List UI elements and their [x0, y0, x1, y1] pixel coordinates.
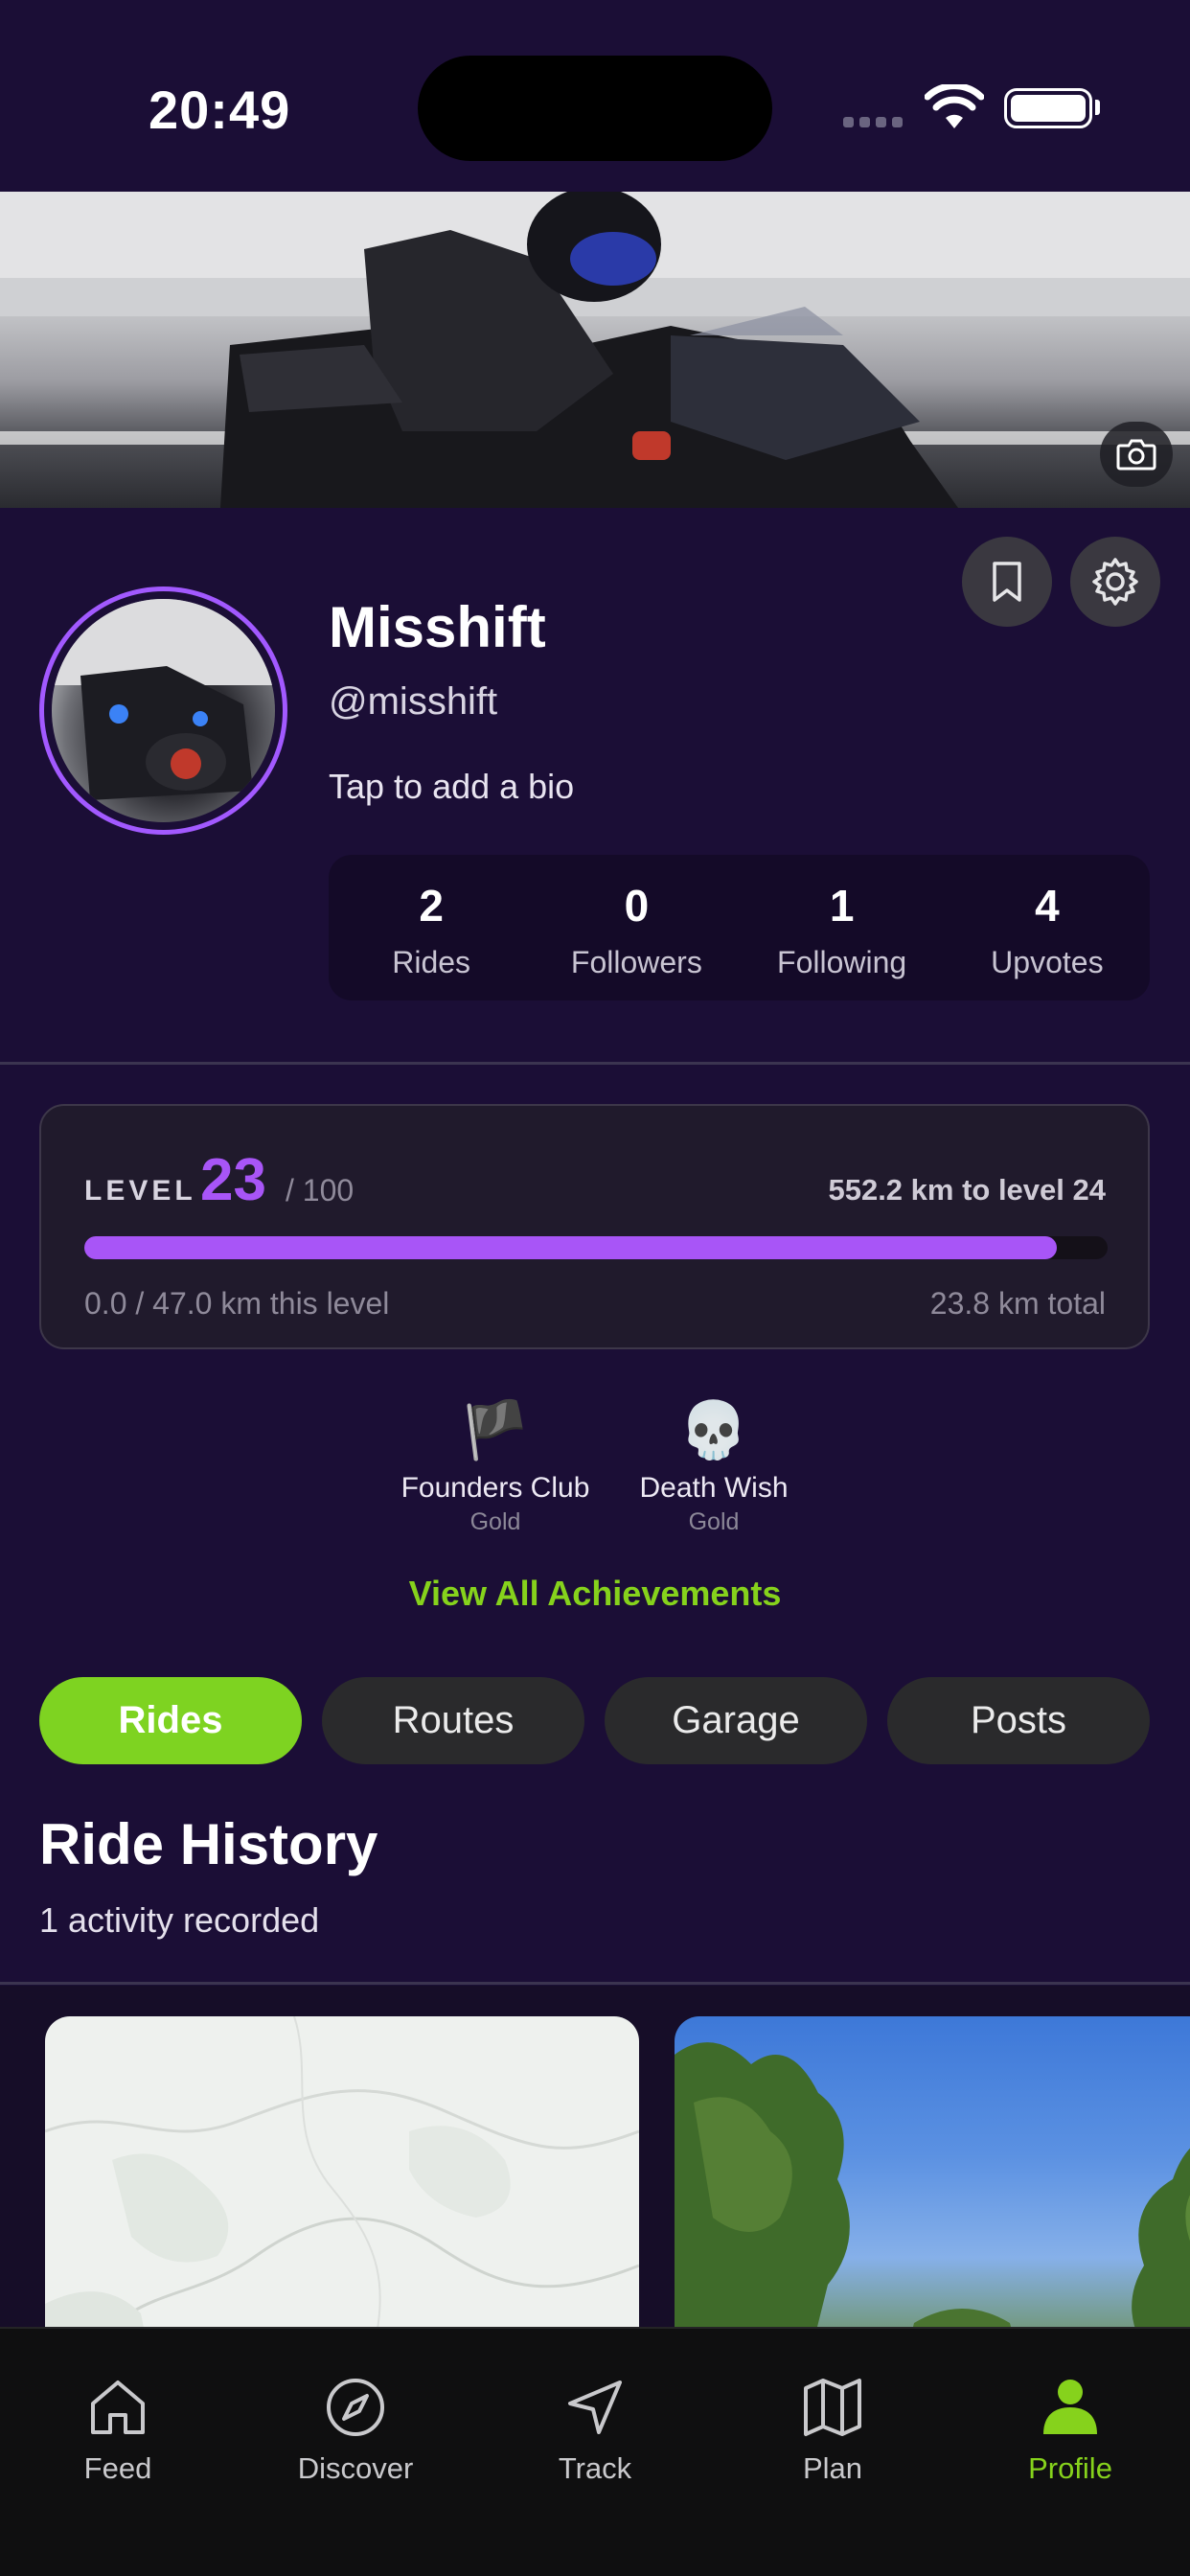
- level-card[interactable]: LEVEL 23 / 100 552.2 km to level 24 0.0 …: [39, 1104, 1150, 1349]
- level-next-distance: 552.2 km to level 24: [828, 1173, 1106, 1207]
- stat-label: Upvotes: [991, 945, 1104, 979]
- tab-routes[interactable]: Routes: [322, 1677, 584, 1764]
- nav-track[interactable]: Track: [499, 2373, 691, 2486]
- stat-label: Followers: [570, 945, 702, 979]
- compass-icon: [260, 2373, 451, 2442]
- saved-button[interactable]: [962, 537, 1052, 627]
- camera-icon: [1116, 439, 1156, 471]
- stat-value: 4: [1035, 881, 1060, 931]
- cover-photo[interactable]: [0, 192, 1190, 508]
- tab-garage[interactable]: Garage: [605, 1677, 867, 1764]
- level-progress-text: 0.0 / 47.0 km this level: [84, 1286, 390, 1321]
- tab-posts[interactable]: Posts: [887, 1677, 1150, 1764]
- ride-card-photo[interactable]: [675, 2016, 1190, 2361]
- activity-count: 1 activity recorded: [39, 1900, 320, 1940]
- profile-name: Misshift: [329, 595, 546, 659]
- stat-value: 2: [419, 881, 444, 931]
- stat-following[interactable]: 1 Following: [740, 855, 945, 1000]
- profile-handle: @misshift: [329, 680, 498, 723]
- achievement-tier: Gold: [469, 1508, 521, 1535]
- black-flag-icon: 🏴: [460, 1399, 531, 1461]
- change-cover-button[interactable]: [1100, 422, 1173, 487]
- stat-label: Rides: [392, 945, 471, 979]
- achievement-death-wish[interactable]: 💀 Death Wish Gold: [604, 1397, 824, 1536]
- tab-rides[interactable]: Rides: [39, 1677, 302, 1764]
- section-title: Ride History: [39, 1812, 378, 1876]
- stat-value: 1: [829, 881, 855, 931]
- stat-value: 0: [624, 881, 650, 931]
- battery-cap: [1095, 100, 1100, 115]
- view-all-achievements-link[interactable]: View All Achievements: [0, 1574, 1190, 1614]
- nav-label: Profile: [1028, 2451, 1112, 2485]
- status-time: 20:49: [149, 80, 291, 140]
- stat-label: Following: [777, 945, 907, 979]
- avatar[interactable]: [39, 586, 287, 835]
- level-progress-fill: [84, 1236, 1057, 1259]
- navigation-arrow-icon: [499, 2373, 691, 2442]
- ride-card-map[interactable]: [45, 2016, 639, 2361]
- nav-label: Plan: [802, 2451, 863, 2485]
- section-divider: [0, 1982, 1190, 1985]
- achievement-name: Death Wish: [639, 1472, 789, 1504]
- bookmark-icon: [993, 562, 1021, 602]
- achievement-founders-club[interactable]: 🏴 Founders Club Gold: [385, 1397, 606, 1536]
- nav-label: Track: [558, 2451, 632, 2485]
- battery-icon: [1004, 88, 1092, 128]
- nav-label: Discover: [297, 2451, 414, 2485]
- level-label: LEVEL: [84, 1175, 196, 1207]
- level-number: 23: [200, 1147, 266, 1213]
- profile-stats: 2 Rides 0 Followers 1 Following 4 Upvote…: [329, 855, 1150, 1000]
- map-icon: [737, 2373, 928, 2442]
- stat-followers[interactable]: 0 Followers: [534, 855, 739, 1000]
- nav-profile[interactable]: Profile: [974, 2373, 1166, 2486]
- gear-icon: [1092, 558, 1138, 606]
- section-divider: [0, 1062, 1190, 1065]
- home-icon: [22, 2373, 214, 2442]
- cellular-signal-icon: [843, 115, 908, 132]
- nav-feed[interactable]: Feed: [22, 2373, 214, 2486]
- person-icon: [974, 2373, 1166, 2442]
- achievement-tier: Gold: [688, 1508, 740, 1535]
- stat-upvotes[interactable]: 4 Upvotes: [945, 855, 1150, 1000]
- nav-discover[interactable]: Discover: [260, 2373, 451, 2486]
- wifi-icon: [924, 82, 985, 135]
- achievement-name: Founders Club: [400, 1472, 590, 1504]
- stat-rides[interactable]: 2 Rides: [329, 855, 534, 1000]
- skull-icon: 💀: [678, 1399, 749, 1461]
- level-total-text: 23.8 km total: [929, 1286, 1106, 1321]
- dynamic-island: [418, 56, 772, 161]
- add-bio-link[interactable]: Tap to add a bio: [329, 767, 574, 807]
- level-progress-bar: [84, 1236, 1108, 1259]
- nav-label: Feed: [83, 2451, 152, 2485]
- nav-plan[interactable]: Plan: [737, 2373, 928, 2486]
- level-max: / 100: [286, 1173, 355, 1208]
- settings-button[interactable]: [1070, 537, 1160, 627]
